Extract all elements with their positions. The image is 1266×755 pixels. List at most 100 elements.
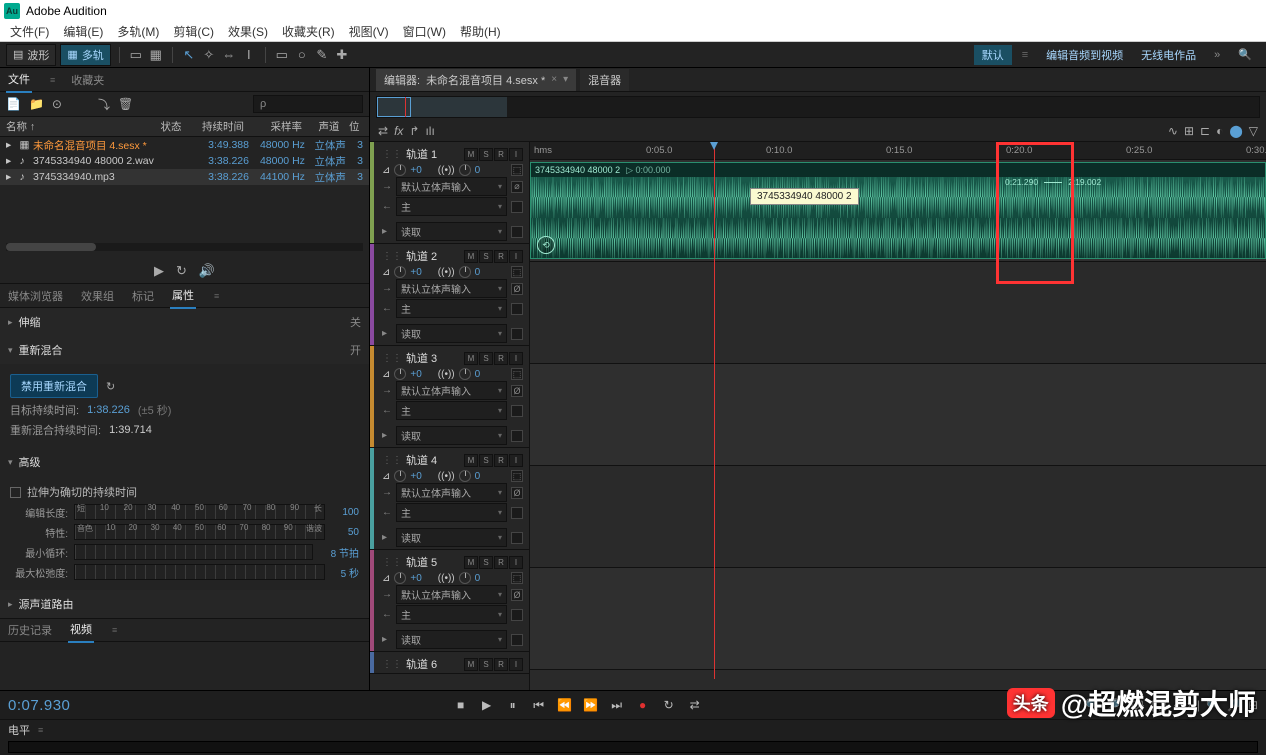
track-r-button[interactable]: R <box>494 556 508 569</box>
ripple-icon[interactable]: ◐ <box>1216 124 1223 138</box>
monitor-slot[interactable]: ⬚ <box>511 572 523 584</box>
snap-icon[interactable]: ⊞ <box>1184 124 1194 138</box>
expand-icon[interactable]: ▸ <box>6 155 20 167</box>
track-m-button[interactable]: M <box>464 352 478 365</box>
track-m-button[interactable]: M <box>464 556 478 569</box>
props-menu-icon[interactable]: ≡ <box>214 291 219 301</box>
overview-bar[interactable] <box>376 96 1260 118</box>
tab-favorites[interactable]: 收藏夹 <box>69 68 106 92</box>
group-icon[interactable]: ⊏ <box>1200 124 1210 138</box>
menu-favorites[interactable]: 收藏夹(R) <box>276 21 341 42</box>
track-i-button[interactable]: I <box>509 148 523 161</box>
playhead-icon[interactable]: ⬤ <box>1229 124 1242 138</box>
input-slot[interactable]: ⌀ <box>511 181 523 193</box>
drag-handle-icon[interactable]: ⋮⋮ <box>382 455 402 466</box>
col-channels[interactable]: 声道 <box>309 119 349 134</box>
volume-knob[interactable] <box>394 572 406 584</box>
pan-knob[interactable] <box>459 572 471 584</box>
monitor-slot[interactable]: ⬚ <box>511 368 523 380</box>
loop-button[interactable]: ↻ <box>659 696 679 714</box>
output-slot[interactable] <box>511 405 523 417</box>
track-input-select[interactable]: 默认立体声输入▾ <box>396 483 507 502</box>
search-input[interactable]: ρ <box>253 95 363 113</box>
output-slot[interactable] <box>511 303 523 315</box>
insert-icon[interactable]: ⤵ <box>98 96 110 113</box>
col-name[interactable]: 名称 ↑ <box>6 119 156 134</box>
track-r-button[interactable]: R <box>494 658 508 671</box>
input-slot[interactable]: Ø <box>511 385 523 397</box>
close-tab-icon[interactable]: × <box>551 74 557 85</box>
track-header[interactable]: ⋮⋮ 轨道 4 MSRI ⊿+0 ((•))0 ⬚ →默认立体声输入▾Ø ←主▾… <box>370 448 529 550</box>
src-routing-header[interactable]: ▸ 源声道路由 <box>0 590 369 618</box>
automation-mode-select[interactable]: 读取▾ <box>396 222 507 241</box>
marquee-tool-icon[interactable]: ▭ <box>274 47 290 63</box>
timecode[interactable]: 0:07.930 <box>8 697 70 714</box>
monitor-slot[interactable]: ⬚ <box>511 164 523 176</box>
max-slack-slider[interactable] <box>74 564 325 580</box>
forward-button[interactable]: ⏩ <box>581 696 601 714</box>
pan-value[interactable]: 0 <box>475 369 481 380</box>
volume-value[interactable]: +0 <box>410 165 421 176</box>
advanced-header[interactable]: ▾ 高级 <box>0 448 369 476</box>
menu-edit[interactable]: 编辑(E) <box>57 21 109 42</box>
drag-handle-icon[interactable]: ⋮⋮ <box>382 659 402 670</box>
skip-start-button[interactable]: ⏮ <box>529 696 549 714</box>
track-s-button[interactable]: S <box>479 148 493 161</box>
fx-toggle-icon[interactable]: ⇄ <box>378 124 388 138</box>
feature-value[interactable]: 50 <box>331 527 359 538</box>
volume-value[interactable]: +0 <box>410 471 421 482</box>
track-header[interactable]: ⋮⋮ 轨道 3 MSRI ⊿+0 ((•))0 ⬚ →默认立体声输入▾Ø ←主▾… <box>370 346 529 448</box>
menu-window[interactable]: 窗口(W) <box>397 21 452 42</box>
input-slot[interactable]: Ø <box>511 589 523 601</box>
stretch-indicator-icon[interactable]: ⟲ <box>537 236 555 254</box>
track-r-button[interactable]: R <box>494 148 508 161</box>
file-row[interactable]: ▸ ♪ 3745334940 48000 2.wav 3:38.226 4800… <box>0 153 369 169</box>
output-slot[interactable] <box>511 507 523 519</box>
reset-icon[interactable]: ↻ <box>106 380 115 393</box>
track-s-button[interactable]: S <box>479 556 493 569</box>
razor-tool-icon[interactable]: ✧ <box>201 47 217 63</box>
menu-file[interactable]: 文件(F) <box>4 21 55 42</box>
track-input-select[interactable]: 默认立体声输入▾ <box>396 279 507 298</box>
automation-mode-select[interactable]: 读取▾ <box>396 630 507 649</box>
col-rate[interactable]: 采样率 <box>244 119 302 134</box>
rewind-button[interactable]: ⏪ <box>555 696 575 714</box>
time-select-tool-icon[interactable]: I <box>241 47 257 63</box>
track-s-button[interactable]: S <box>479 658 493 671</box>
automation-slot[interactable] <box>511 634 523 646</box>
track-input-select[interactable]: 默认立体声输入▾ <box>396 177 507 196</box>
automation-slot[interactable] <box>511 532 523 544</box>
track-name[interactable]: 轨道 6 <box>406 656 437 672</box>
track-name[interactable]: 轨道 2 <box>406 248 437 264</box>
workspace-radio[interactable]: 无线电作品 <box>1133 45 1204 65</box>
pan-knob[interactable] <box>459 266 471 278</box>
tab-properties[interactable]: 属性 <box>170 283 196 309</box>
track-output-select[interactable]: 主▾ <box>396 197 507 216</box>
monitor-slot[interactable]: ⬚ <box>511 470 523 482</box>
track-s-button[interactable]: S <box>479 454 493 467</box>
track-output-select[interactable]: 主▾ <box>396 299 507 318</box>
track-header[interactable]: ⋮⋮ 轨道 1 MSRI ⊿+0 ((•))0 ⬚ →默认立体声输入▾⌀ ←主▾… <box>370 142 529 244</box>
playhead[interactable] <box>714 142 715 679</box>
track-output-select[interactable]: 主▾ <box>396 503 507 522</box>
waveform-view-button[interactable]: ▤波形 <box>6 44 56 66</box>
filter-icon[interactable]: ▽ <box>1249 124 1258 138</box>
volume-value[interactable]: +0 <box>410 267 421 278</box>
editor-tab-session[interactable]: 编辑器: 未命名混音项目 4.sesx * × ▾ <box>376 69 576 91</box>
time-ruler[interactable]: hms 0:05.0 0:10.0 0:15.0 0:20.0 0:25.0 0… <box>530 142 1266 160</box>
play-icon[interactable]: ▶ <box>154 263 164 279</box>
scrollbar-thumb[interactable] <box>6 243 96 251</box>
output-slot[interactable] <box>511 609 523 621</box>
fx-icon[interactable]: fx <box>394 124 403 138</box>
volume-value[interactable]: +0 <box>410 573 421 584</box>
monitor-slot[interactable]: ⬚ <box>511 266 523 278</box>
track-m-button[interactable]: M <box>464 454 478 467</box>
output-slot[interactable] <box>511 201 523 213</box>
track-m-button[interactable]: M <box>464 658 478 671</box>
rect-icon[interactable]: ▭ <box>128 47 144 63</box>
drag-handle-icon[interactable]: ⋮⋮ <box>382 149 402 160</box>
feature-slider[interactable]: 音色102030405060708090谐波 <box>74 524 325 540</box>
pan-value[interactable]: 0 <box>475 165 481 176</box>
checkbox-icon[interactable] <box>10 487 21 498</box>
record-button[interactable]: ● <box>633 696 653 714</box>
